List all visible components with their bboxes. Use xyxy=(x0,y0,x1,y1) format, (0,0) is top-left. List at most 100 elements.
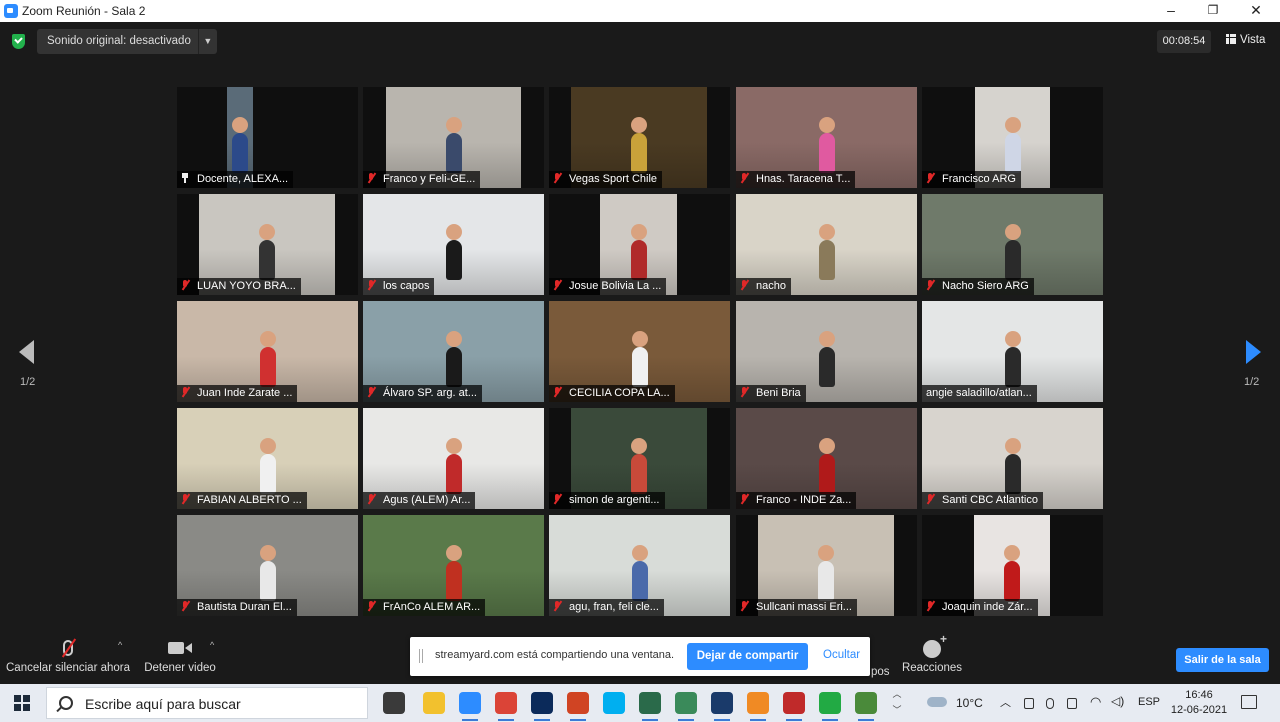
powerpoint-icon[interactable] xyxy=(567,692,589,721)
unmute-button[interactable]: Cancelar silenciar ahora xyxy=(6,638,130,674)
file-explorer-icon[interactable] xyxy=(423,692,445,714)
phone-app-icon[interactable] xyxy=(819,692,841,721)
vpn-icon[interactable] xyxy=(639,692,661,721)
stop-video-button[interactable]: Detener video xyxy=(140,638,220,674)
record-app-icon[interactable] xyxy=(783,692,805,721)
participant-name: Álvaro SP. arg. at... xyxy=(383,387,477,399)
unmute-label: Cancelar silenciar ahora xyxy=(6,662,131,674)
participant-tile[interactable]: FrAnCo ALEM AR... xyxy=(363,515,544,616)
participant-tile[interactable]: Josue Bolivia La ... xyxy=(549,194,730,295)
network-app-icon[interactable] xyxy=(711,692,733,721)
meeting-topbar: Sonido original: desactivado ▼ 00:08:54 … xyxy=(0,22,1280,62)
participant-tile[interactable]: LUAN YOYO BRA... xyxy=(177,194,358,295)
leave-room-button[interactable]: Salir de la sala xyxy=(1176,648,1269,672)
taskbar-search-input[interactable] xyxy=(83,694,357,714)
previous-page-arrow-icon[interactable] xyxy=(19,340,34,364)
battery-icon[interactable] xyxy=(1067,698,1077,709)
tray-overflow-arrows[interactable]: ︿ ﹀ xyxy=(891,686,903,718)
photoshop-icon[interactable] xyxy=(531,692,553,721)
participant-tile[interactable]: Santi CBC Atlantico xyxy=(922,408,1103,509)
mic-muted-icon xyxy=(367,173,375,183)
input-language[interactable]: ESP xyxy=(1138,696,1160,708)
participant-tile[interactable]: angie saladillo/atlan... xyxy=(922,301,1103,402)
participant-name: Joaquin inde Zár... xyxy=(942,601,1033,613)
minimize-button[interactable]: – xyxy=(1151,0,1191,22)
maximize-button[interactable]: ❐ xyxy=(1193,0,1233,22)
participant-tile[interactable]: Vegas Sport Chile xyxy=(549,87,730,188)
reaction-smile-icon xyxy=(923,632,947,658)
participant-tile[interactable]: Joaquin inde Zár... xyxy=(922,515,1103,616)
chevron-down-icon[interactable]: ▼ xyxy=(197,29,217,54)
close-button[interactable]: ✕ xyxy=(1236,0,1276,22)
clock-date: 12-06-2021 xyxy=(1170,704,1228,716)
participant-tile[interactable]: Franco y Feli-GE... xyxy=(363,87,544,188)
participant-name-label: Juan Inde Zarate ... xyxy=(177,385,298,402)
hide-banner-link[interactable]: Ocultar xyxy=(823,649,860,661)
wifi-icon[interactable]: ◠ xyxy=(1090,694,1101,710)
skype-icon[interactable] xyxy=(603,692,625,714)
task-view-icon[interactable] xyxy=(383,692,405,714)
show-hidden-icons-icon[interactable]: ︿ xyxy=(1000,694,1011,710)
mic-muted-icon xyxy=(740,173,748,183)
weather-cloud-icon[interactable] xyxy=(927,697,947,707)
mic-muted-icon xyxy=(181,387,189,397)
participant-tile[interactable]: Beni Bria xyxy=(736,301,917,402)
participant-name-label: Francisco ARG xyxy=(922,171,1021,188)
mic-muted-icon xyxy=(367,601,375,611)
photo-app-icon[interactable] xyxy=(675,692,697,721)
mic-muted-icon xyxy=(740,387,748,397)
participant-name: Vegas Sport Chile xyxy=(569,173,658,185)
participant-tile[interactable]: Agus (ALEM) Ar... xyxy=(363,408,544,509)
original-sound-button[interactable]: Sonido original: desactivado ▼ xyxy=(37,29,217,54)
meet-now-icon[interactable] xyxy=(1024,698,1034,709)
participant-tile[interactable]: CECILIA COPA LA... xyxy=(549,301,730,402)
participant-tile[interactable]: Juan Inde Zarate ... xyxy=(177,301,358,402)
volume-icon[interactable]: ◁) xyxy=(1111,694,1124,708)
next-page-arrow-icon[interactable] xyxy=(1246,340,1261,364)
participant-tile[interactable]: FABIAN ALBERTO ... xyxy=(177,408,358,509)
search-icon xyxy=(59,696,73,710)
participant-tile[interactable]: los capos xyxy=(363,194,544,295)
drag-handle-icon[interactable] xyxy=(419,649,423,663)
notification-center-icon[interactable] xyxy=(1241,695,1257,709)
participant-name-label: Bautista Duran El... xyxy=(177,599,297,616)
participant-tile[interactable]: agu, fran, feli cle... xyxy=(549,515,730,616)
participant-tile[interactable]: Nacho Siero ARG xyxy=(922,194,1103,295)
participant-name-label: CECILIA COPA LA... xyxy=(549,385,675,402)
taskbar-search[interactable] xyxy=(46,687,368,719)
view-button[interactable]: Vista xyxy=(1226,34,1265,46)
share-message: streamyard.com está compartiendo una ven… xyxy=(435,649,675,661)
chrome-icon[interactable] xyxy=(495,692,517,721)
participant-tile[interactable]: simon de argenti... xyxy=(549,408,730,509)
taskbar-clock[interactable]: 16:46 12-06-2021 xyxy=(1168,688,1230,718)
weather-temperature[interactable]: 10°C xyxy=(956,696,983,710)
participant-tile[interactable]: Bautista Duran El... xyxy=(177,515,358,616)
participant-tile[interactable]: Hnas. Taracena T... xyxy=(736,87,917,188)
video-options-caret[interactable]: ^ xyxy=(210,640,214,650)
microphone-tray-icon[interactable] xyxy=(1046,698,1054,709)
windows-start-icon[interactable] xyxy=(14,695,30,711)
mic-muted-icon xyxy=(553,387,561,397)
participant-tile[interactable]: Docente, ALEXA... xyxy=(177,87,358,188)
participant-name: Santi CBC Atlantico xyxy=(942,494,1038,506)
participant-name: Juan Inde Zarate ... xyxy=(197,387,293,399)
participant-name-label: Agus (ALEM) Ar... xyxy=(363,492,476,509)
reactions-button[interactable]: Reacciones xyxy=(900,632,964,674)
participant-tile[interactable]: Franco - INDE Za... xyxy=(736,408,917,509)
zoom-app-icon[interactable] xyxy=(459,692,481,721)
participant-tile[interactable]: Sullcani massi Eri... xyxy=(736,515,917,616)
participant-name: Nacho Siero ARG xyxy=(942,280,1029,292)
participant-name-label: Vegas Sport Chile xyxy=(549,171,663,188)
participant-name: Franco y Feli-GE... xyxy=(383,173,476,185)
stop-sharing-button[interactable]: Dejar de compartir xyxy=(687,643,808,670)
browser-icon[interactable] xyxy=(855,692,877,721)
participant-name: Bautista Duran El... xyxy=(197,601,292,613)
security-shield-icon[interactable] xyxy=(12,34,25,49)
obscured-control-label: pos xyxy=(871,666,890,678)
audio-options-caret[interactable]: ^ xyxy=(118,640,122,650)
participant-tile[interactable]: nacho xyxy=(736,194,917,295)
participant-tile[interactable]: Francisco ARG xyxy=(922,87,1103,188)
participant-tile[interactable]: Álvaro SP. arg. at... xyxy=(363,301,544,402)
mic-muted-icon xyxy=(926,173,934,183)
cast-app-icon[interactable] xyxy=(747,692,769,721)
